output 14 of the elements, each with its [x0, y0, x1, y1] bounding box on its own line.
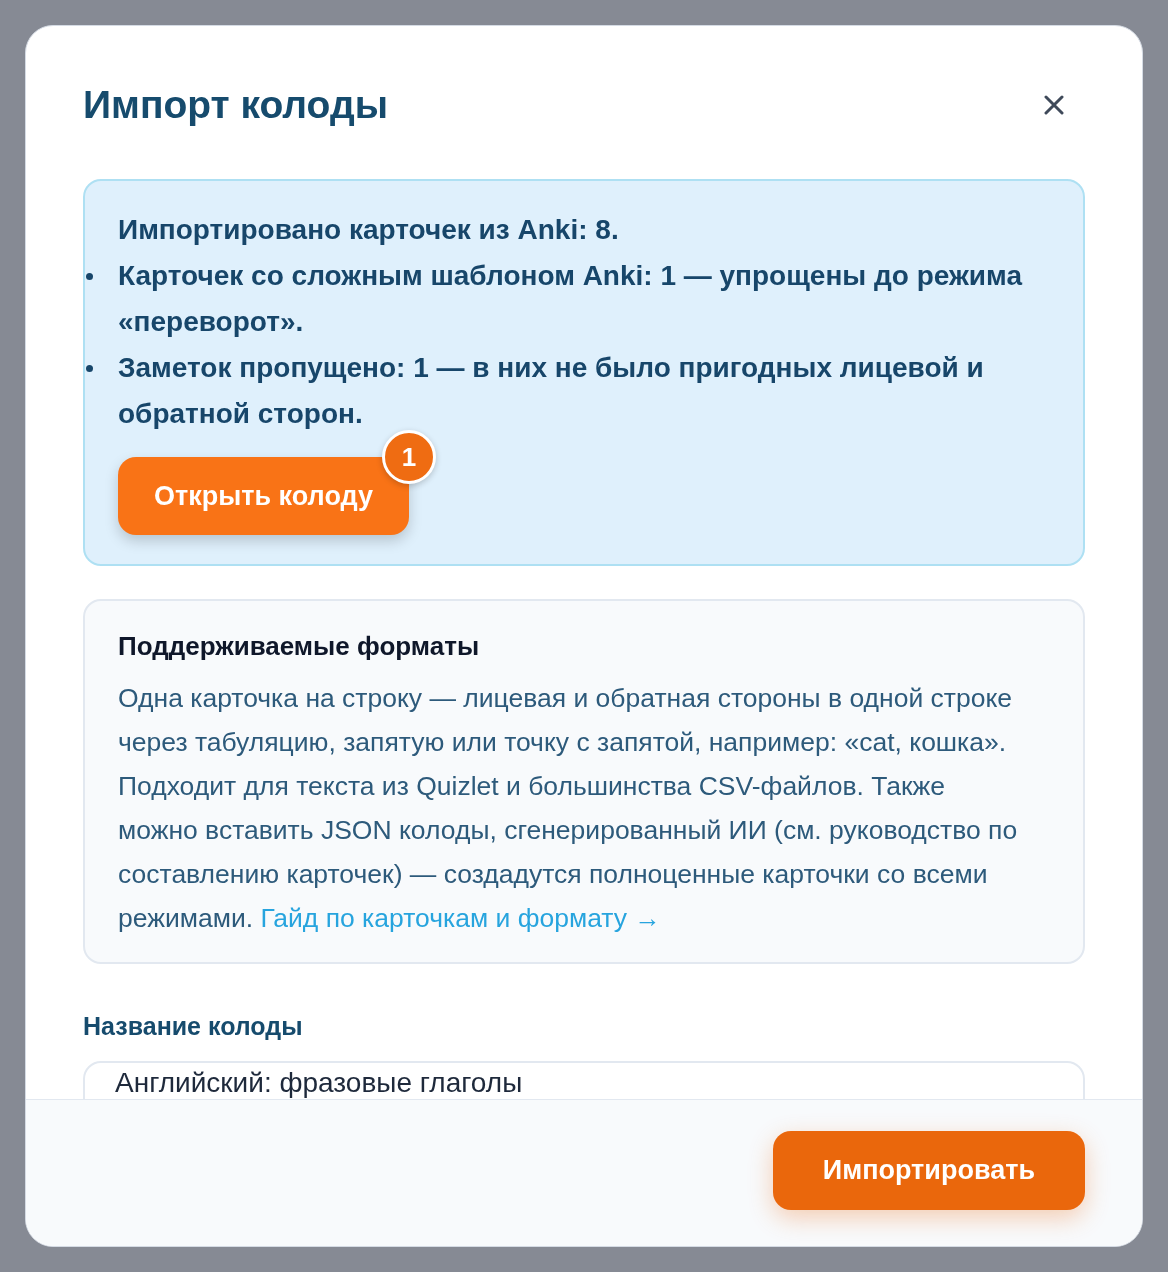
import-summary: Импортировано карточек из Anki: 8. [118, 213, 620, 247]
dialog-title: Импорт колоды [83, 82, 388, 128]
formats-description: Одна карточка на строку — лицевая и обратная стороны в одной строке через табуляцию, запятую или точку с запятой, например: «cat, кошка». Подходит для текста из Quizlet и большинства CSV-файлов. Также можно вставить JSON колоды, сгенерированный ИИ (см. руководство по составлению карточек) — создадутся полноценные карточки со всеми режимами. Гайд по карточкам и формату → [118, 682, 1019, 935]
format-guide-link[interactable]: Гайд по карточкам и формату → [260, 903, 661, 933]
count-badge: 1 [382, 430, 436, 484]
bullet-icon [86, 272, 93, 280]
deck-name-field[interactable]: Английский: фразовые глаголы [83, 1061, 1085, 1099]
deck-name-label: Название колоды [83, 1011, 304, 1042]
import-note: Заметок пропущено: 1 — в них не было пригодных лицевой и обратной сторон. [118, 351, 985, 431]
close-icon [1044, 95, 1064, 115]
import-button[interactable]: Импортировать [772, 1131, 1085, 1210]
bullet-icon [86, 364, 93, 372]
formats-title: Поддерживаемые форматы [118, 630, 481, 663]
import-note: Карточек со сложным шаблоном Anki: 1 — упрощены до режима «переворот». [118, 259, 1024, 339]
